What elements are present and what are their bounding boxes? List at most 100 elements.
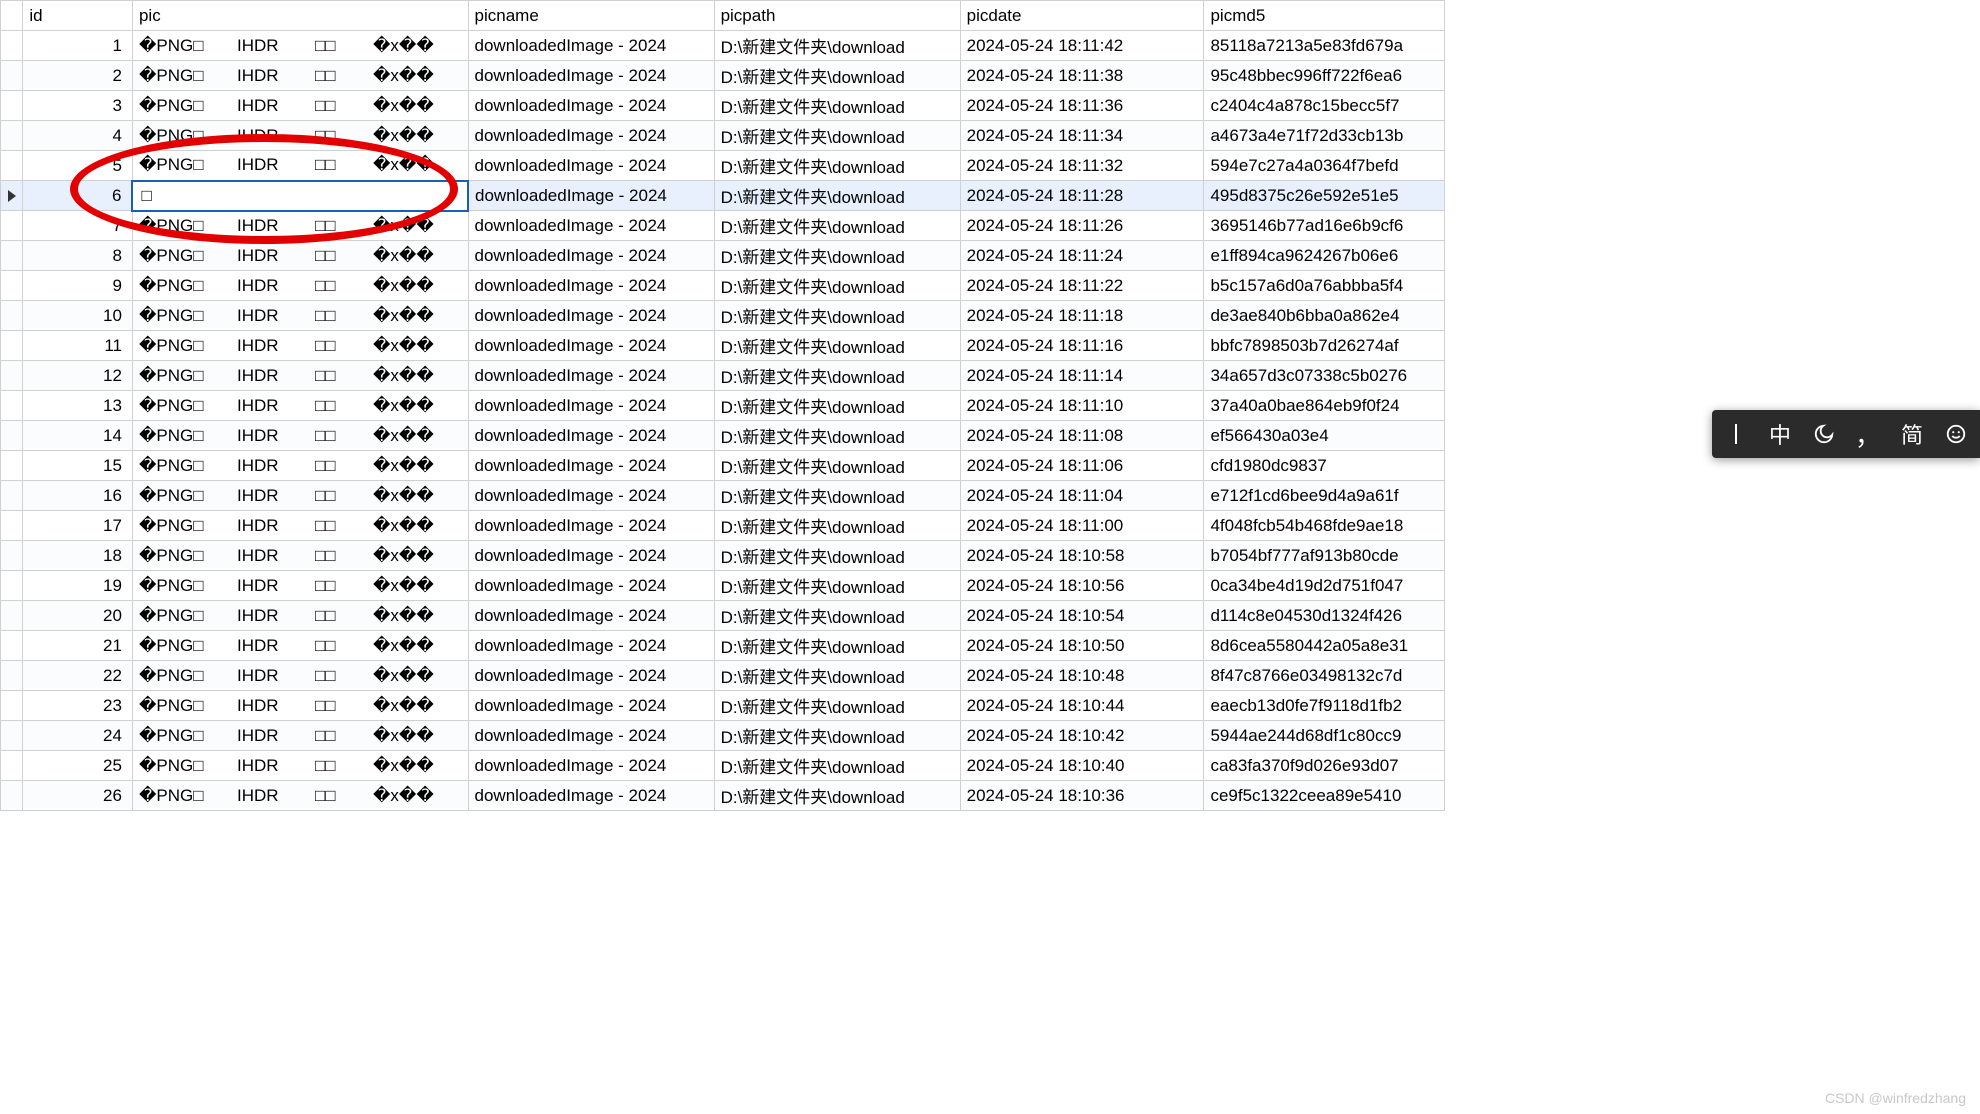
cell-picpath[interactable]: D:\新建文件夹\download xyxy=(714,331,960,361)
table-row[interactable]: 18�PNG□IHDR□□�x��downloadedImage - 2024D… xyxy=(1,541,1445,571)
cell-pic[interactable]: �PNG□IHDR□□�x�� xyxy=(132,241,468,271)
cell-id[interactable]: 12 xyxy=(23,361,133,391)
cell-pic[interactable]: �PNG□IHDR□□�x�� xyxy=(132,331,468,361)
cell-picdate[interactable]: 2024-05-24 18:11:38 xyxy=(960,61,1204,91)
cell-picdate[interactable]: 2024-05-24 18:10:36 xyxy=(960,781,1204,811)
ime-smiley-icon[interactable] xyxy=(1942,420,1970,448)
header-pic[interactable]: pic xyxy=(132,1,468,31)
cell-pic[interactable]: �PNG□IHDR□□�x�� xyxy=(132,571,468,601)
cell-picpath[interactable]: D:\新建文件夹\download xyxy=(714,391,960,421)
table-row[interactable]: 26�PNG□IHDR□□�x��downloadedImage - 2024D… xyxy=(1,781,1445,811)
cell-picmd5[interactable]: eaecb13d0fe7f9118d1fb2 xyxy=(1204,691,1445,721)
cell-picdate[interactable]: 2024-05-24 18:11:28 xyxy=(960,181,1204,211)
cell-pic[interactable]: �PNG□IHDR□□�x�� xyxy=(132,511,468,541)
table-row[interactable]: 5�PNG□IHDR□□�x��downloadedImage - 2024D:… xyxy=(1,151,1445,181)
cell-picmd5[interactable]: 37a40a0bae864eb9f0f24 xyxy=(1204,391,1445,421)
cell-picpath[interactable]: D:\新建文件夹\download xyxy=(714,541,960,571)
cell-pic[interactable]: �PNG□IHDR□□�x�� xyxy=(132,301,468,331)
cell-pic[interactable]: �PNG□IHDR□□�x�� xyxy=(132,121,468,151)
cell-picname[interactable]: downloadedImage - 2024 xyxy=(468,241,714,271)
cell-pic[interactable]: �PNG□IHDR□□�x�� xyxy=(132,631,468,661)
cell-picdate[interactable]: 2024-05-24 18:11:22 xyxy=(960,271,1204,301)
cell-picdate[interactable]: 2024-05-24 18:11:04 xyxy=(960,481,1204,511)
ime-cursor-icon[interactable] xyxy=(1722,420,1750,448)
header-id[interactable]: id xyxy=(23,1,133,31)
table-row[interactable]: 6downloadedImage - 2024D:\新建文件夹\download… xyxy=(1,181,1445,211)
table-row[interactable]: 10�PNG□IHDR□□�x��downloadedImage - 2024D… xyxy=(1,301,1445,331)
cell-id[interactable]: 25 xyxy=(23,751,133,781)
cell-picdate[interactable]: 2024-05-24 18:10:56 xyxy=(960,571,1204,601)
cell-id[interactable]: 23 xyxy=(23,691,133,721)
cell-picdate[interactable]: 2024-05-24 18:10:54 xyxy=(960,601,1204,631)
cell-picmd5[interactable]: 0ca34be4d19d2d751f047 xyxy=(1204,571,1445,601)
header-picpath[interactable]: picpath xyxy=(714,1,960,31)
cell-picpath[interactable]: D:\新建文件夹\download xyxy=(714,301,960,331)
cell-picname[interactable]: downloadedImage - 2024 xyxy=(468,151,714,181)
cell-id[interactable]: 15 xyxy=(23,451,133,481)
cell-picname[interactable]: downloadedImage - 2024 xyxy=(468,511,714,541)
cell-picpath[interactable]: D:\新建文件夹\download xyxy=(714,691,960,721)
cell-picname[interactable]: downloadedImage - 2024 xyxy=(468,691,714,721)
table-row[interactable]: 20�PNG□IHDR□□�x��downloadedImage - 2024D… xyxy=(1,601,1445,631)
cell-picpath[interactable]: D:\新建文件夹\download xyxy=(714,121,960,151)
cell-picpath[interactable]: D:\新建文件夹\download xyxy=(714,31,960,61)
cell-picname[interactable]: downloadedImage - 2024 xyxy=(468,301,714,331)
cell-picdate[interactable]: 2024-05-24 18:11:36 xyxy=(960,91,1204,121)
ime-chinese-mode[interactable]: 中 xyxy=(1766,420,1794,448)
table-row[interactable]: 17�PNG□IHDR□□�x��downloadedImage - 2024D… xyxy=(1,511,1445,541)
cell-picname[interactable]: downloadedImage - 2024 xyxy=(468,451,714,481)
cell-picpath[interactable]: D:\新建文件夹\download xyxy=(714,781,960,811)
cell-picname[interactable]: downloadedImage - 2024 xyxy=(468,31,714,61)
cell-id[interactable]: 6 xyxy=(23,181,133,211)
table-row[interactable]: 3�PNG□IHDR□□�x��downloadedImage - 2024D:… xyxy=(1,91,1445,121)
cell-pic[interactable]: �PNG□IHDR□□�x�� xyxy=(132,31,468,61)
cell-id[interactable]: 26 xyxy=(23,781,133,811)
cell-picdate[interactable]: 2024-05-24 18:11:26 xyxy=(960,211,1204,241)
cell-picmd5[interactable]: b7054bf777af913b80cde xyxy=(1204,541,1445,571)
cell-picdate[interactable]: 2024-05-24 18:11:32 xyxy=(960,151,1204,181)
cell-picname[interactable]: downloadedImage - 2024 xyxy=(468,331,714,361)
cell-id[interactable]: 5 xyxy=(23,151,133,181)
cell-picmd5[interactable]: ef566430a03e4 xyxy=(1204,421,1445,451)
cell-picname[interactable]: downloadedImage - 2024 xyxy=(468,421,714,451)
cell-picmd5[interactable]: d114c8e04530d1324f426 xyxy=(1204,601,1445,631)
cell-pic[interactable]: �PNG□IHDR□□�x�� xyxy=(132,391,468,421)
cell-picmd5[interactable]: ca83fa370f9d026e93d07 xyxy=(1204,751,1445,781)
table-row[interactable]: 2�PNG□IHDR□□�x��downloadedImage - 2024D:… xyxy=(1,61,1445,91)
table-row[interactable]: 23�PNG□IHDR□□�x��downloadedImage - 2024D… xyxy=(1,691,1445,721)
cell-picmd5[interactable]: 34a657d3c07338c5b0276 xyxy=(1204,361,1445,391)
table-row[interactable]: 11�PNG□IHDR□□�x��downloadedImage - 2024D… xyxy=(1,331,1445,361)
cell-picpath[interactable]: D:\新建文件夹\download xyxy=(714,211,960,241)
cell-pic[interactable]: �PNG□IHDR□□�x�� xyxy=(132,721,468,751)
ime-moon-icon[interactable] xyxy=(1810,420,1838,448)
cell-picmd5[interactable]: e1ff894ca9624267b06e6 xyxy=(1204,241,1445,271)
cell-picdate[interactable]: 2024-05-24 18:11:16 xyxy=(960,331,1204,361)
table-row[interactable]: 1�PNG□IHDR□□�x��downloadedImage - 2024D:… xyxy=(1,31,1445,61)
cell-id[interactable]: 7 xyxy=(23,211,133,241)
header-picmd5[interactable]: picmd5 xyxy=(1204,1,1445,31)
ime-toolbar[interactable]: 中 ， 简 xyxy=(1712,410,1980,458)
cell-id[interactable]: 21 xyxy=(23,631,133,661)
header-picname[interactable]: picname xyxy=(468,1,714,31)
cell-picname[interactable]: downloadedImage - 2024 xyxy=(468,721,714,751)
cell-picdate[interactable]: 2024-05-24 18:11:18 xyxy=(960,301,1204,331)
cell-picname[interactable]: downloadedImage - 2024 xyxy=(468,571,714,601)
cell-picdate[interactable]: 2024-05-24 18:11:42 xyxy=(960,31,1204,61)
table-row[interactable]: 14�PNG□IHDR□□�x��downloadedImage - 2024D… xyxy=(1,421,1445,451)
cell-picdate[interactable]: 2024-05-24 18:11:14 xyxy=(960,361,1204,391)
cell-id[interactable]: 8 xyxy=(23,241,133,271)
cell-id[interactable]: 16 xyxy=(23,481,133,511)
ime-punct-mode[interactable]: ， xyxy=(1854,420,1882,448)
cell-picname[interactable]: downloadedImage - 2024 xyxy=(468,271,714,301)
cell-picmd5[interactable]: e712f1cd6bee9d4a9a61f xyxy=(1204,481,1445,511)
cell-picmd5[interactable]: 8d6cea5580442a05a8e31 xyxy=(1204,631,1445,661)
cell-picmd5[interactable]: ce9f5c1322ceea89e5410 xyxy=(1204,781,1445,811)
cell-id[interactable]: 17 xyxy=(23,511,133,541)
cell-picdate[interactable]: 2024-05-24 18:10:42 xyxy=(960,721,1204,751)
table-row[interactable]: 24�PNG□IHDR□□�x��downloadedImage - 2024D… xyxy=(1,721,1445,751)
cell-id[interactable]: 13 xyxy=(23,391,133,421)
cell-picpath[interactable]: D:\新建文件夹\download xyxy=(714,361,960,391)
cell-picpath[interactable]: D:\新建文件夹\download xyxy=(714,451,960,481)
cell-id[interactable]: 14 xyxy=(23,421,133,451)
cell-picmd5[interactable]: 8f47c8766e03498132c7d xyxy=(1204,661,1445,691)
